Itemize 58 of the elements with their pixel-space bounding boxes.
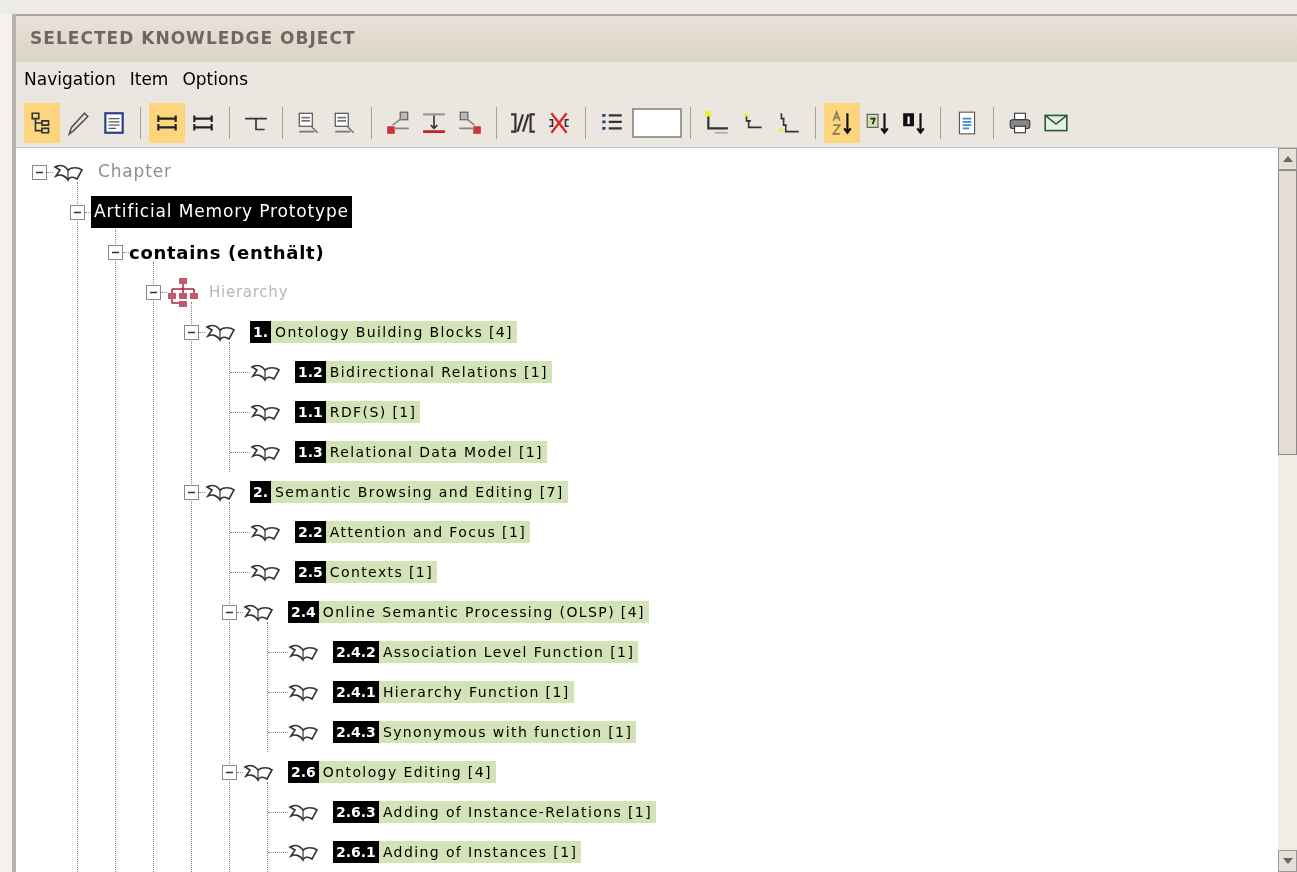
tree-node[interactable]: RDF(S) [1]	[325, 401, 421, 423]
collapse-icon[interactable]	[184, 324, 199, 340]
number-badge: 2.4.1	[333, 681, 379, 703]
tree-node[interactable]: Synonymous with function [1]	[378, 721, 637, 743]
number-badge: 2.6.1	[333, 841, 379, 863]
tree-node[interactable]: Adding of Instance-Relations [1]	[378, 801, 656, 823]
tree-node[interactable]: Online Semantic Processing (OLSP) [4]	[318, 601, 649, 623]
pencil-icon	[65, 109, 91, 136]
tree-node[interactable]: Ontology Editing [4]	[318, 761, 496, 783]
number-badge: 2.4	[288, 601, 319, 623]
collapse-icon[interactable]	[222, 764, 237, 780]
hierarchy-icon	[167, 276, 199, 308]
relation-icon	[457, 109, 483, 136]
tree-node[interactable]: Attention and Focus [1]	[325, 521, 531, 543]
toolbar-button[interactable]	[149, 102, 185, 143]
number-badge: 2.6.3	[333, 801, 379, 823]
tree-node[interactable]: Semantic Browsing and Editing [7]	[271, 481, 568, 503]
tree-node[interactable]: Artificial Memory Prototype	[91, 196, 352, 228]
number-badge: 2.4.3	[333, 721, 379, 743]
scroll-thumb[interactable]	[1278, 170, 1297, 455]
number-badge: 2.5	[295, 561, 326, 583]
number-badge: 2.6	[288, 761, 319, 783]
number-badge: 1.	[250, 321, 272, 343]
menu-item[interactable]: Item	[129, 67, 169, 93]
menu-item[interactable]: Navigation	[24, 67, 116, 93]
tree-node[interactable]: Bidirectional Relations [1]	[325, 361, 552, 383]
input-field[interactable]	[632, 107, 682, 138]
panel-title: SELECTED KNOWLEDGE OBJECT	[30, 27, 356, 51]
tree-node[interactable]: Hierarchy Function [1]	[378, 681, 574, 703]
collapse-icon[interactable]	[222, 604, 237, 620]
down-arrow-icon	[1282, 858, 1293, 864]
tree-node[interactable]: Ontology Building Blocks [4]	[271, 321, 517, 343]
number-badge: 1.1	[295, 401, 326, 423]
number-badge: 1.3	[295, 441, 326, 463]
number-badge: 2.2	[295, 521, 326, 543]
scroll-down-button[interactable]	[1278, 850, 1297, 872]
tree-level-icon	[704, 109, 730, 136]
number-badge: 2.4.2	[333, 641, 379, 663]
collapse-icon[interactable]	[184, 484, 199, 500]
up-arrow-icon	[1282, 156, 1293, 162]
tree-node[interactable]: Relational Data Model [1]	[325, 441, 547, 463]
tree-node[interactable]: Contexts [1]	[325, 561, 438, 583]
toolbar-button[interactable]	[824, 102, 860, 143]
collapse-icon[interactable]	[70, 204, 85, 220]
form-icon	[101, 109, 127, 136]
number-badge: 2.	[250, 481, 272, 503]
toolbar-button[interactable]	[24, 102, 60, 143]
menu-item[interactable]: Options	[182, 67, 248, 93]
collapse-icon[interactable]	[108, 244, 123, 260]
number-badge: 1.2	[295, 361, 326, 383]
relation-icon	[385, 109, 411, 136]
relation-label[interactable]: contains (enthält)	[129, 238, 325, 266]
scrollbar[interactable]	[1278, 148, 1297, 872]
collapse-icon[interactable]	[146, 284, 161, 300]
scroll-up-button[interactable]	[1278, 148, 1297, 170]
collapse-icon[interactable]	[32, 164, 47, 180]
tree-node[interactable]: Adding of Instances [1]	[378, 841, 582, 863]
tree-node[interactable]: Association Level Function [1]	[378, 641, 639, 663]
